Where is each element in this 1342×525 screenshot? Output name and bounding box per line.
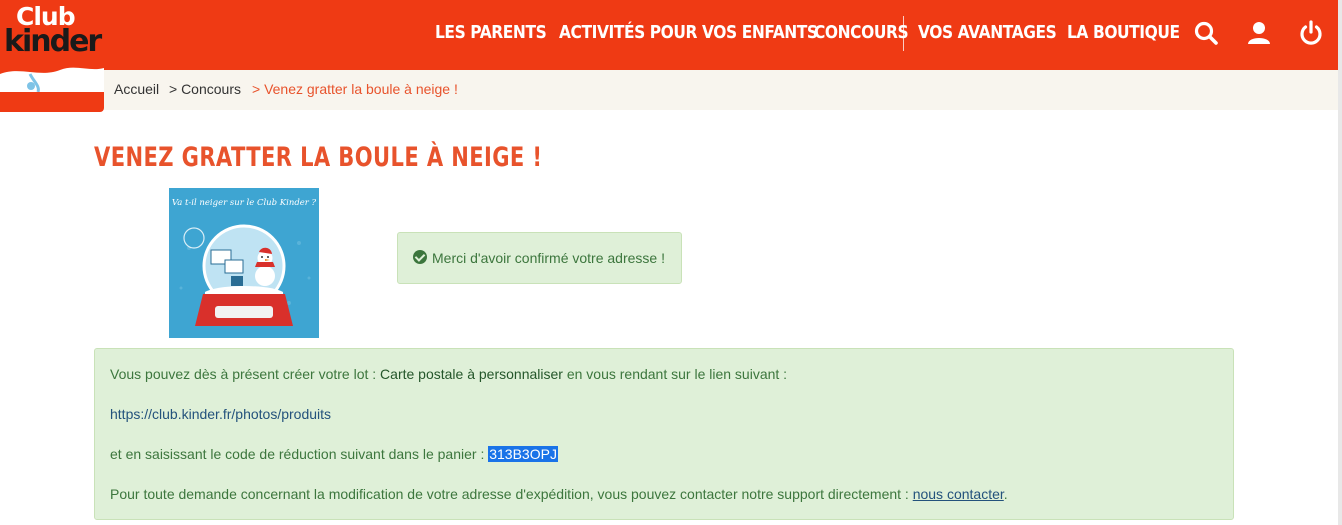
search-icon[interactable] — [1192, 19, 1220, 47]
snow-globe-illustration: Va t-il neiger sur le Club Kinder ? — [169, 188, 319, 338]
support-suffix: . — [1003, 486, 1008, 502]
prize-name: Carte postale à personnaliser — [380, 366, 563, 382]
nav-activites[interactable]: ACTIVITÉS POUR VOS ENFANTS — [559, 22, 818, 43]
nav-vos-avantages[interactable]: VOS AVANTAGES — [918, 22, 1057, 43]
discount-code[interactable]: 313B3OPJ — [488, 446, 558, 462]
confirmation-message: Merci d'avoir confirmé votre adresse ! — [432, 250, 665, 266]
nav-la-boutique[interactable]: LA BOUTIQUE — [1067, 22, 1180, 43]
prize-suffix-text: en vous rendant sur le lien suivant : — [562, 366, 788, 382]
breadcrumb-accueil[interactable]: Accueil — [114, 81, 159, 97]
breadcrumb-current: > Venez gratter la boule à neige ! — [252, 81, 458, 97]
prize-info-line: Vous pouvez dès à présent créer votre lo… — [110, 366, 787, 382]
discount-code-line: et en saisissant le code de réduction su… — [110, 446, 558, 462]
user-icon[interactable] — [1245, 19, 1273, 47]
nav-divider — [903, 16, 904, 51]
prize-intro-text: Vous pouvez dès à présent créer votre lo… — [110, 366, 381, 382]
page-title: VENEZ GRATTER LA BOULE À NEIGE ! — [94, 142, 543, 173]
club-kinder-logo[interactable]: Club kinder — [0, 0, 104, 112]
page: Club kinder LES PARENTS ACTIVITÉS POUR V… — [0, 0, 1342, 525]
logo-splash-icon — [0, 67, 104, 92]
photos-produits-link[interactable]: https://club.kinder.fr/photos/produits — [110, 406, 331, 422]
contact-link[interactable]: nous contacter — [913, 486, 1004, 502]
scrollbar[interactable] — [1338, 0, 1342, 525]
logo-kinder-text: kinder — [4, 24, 102, 59]
discount-intro-text: et en saisissant le code de réduction su… — [110, 446, 489, 462]
power-icon[interactable] — [1297, 19, 1325, 47]
prize-info-box: Vous pouvez dès à présent créer votre lo… — [94, 348, 1234, 520]
confirmation-alert: Merci d'avoir confirmé votre adresse ! — [397, 232, 682, 284]
support-text: Pour toute demande concernant la modific… — [110, 486, 913, 502]
support-line: Pour toute demande concernant la modific… — [110, 486, 1008, 502]
nav-les-parents[interactable]: LES PARENTS — [435, 22, 547, 43]
prize-link-line: https://club.kinder.fr/photos/produits — [110, 406, 331, 422]
check-circle-icon — [413, 250, 427, 264]
snow-globe-image: Va t-il neiger sur le Club Kinder ? — [169, 188, 319, 338]
nav-concours[interactable]: CONCOURS — [814, 22, 909, 43]
image-caption: Va t-il neiger sur le Club Kinder ? — [172, 198, 317, 208]
breadcrumb-concours[interactable]: > Concours — [169, 81, 241, 97]
